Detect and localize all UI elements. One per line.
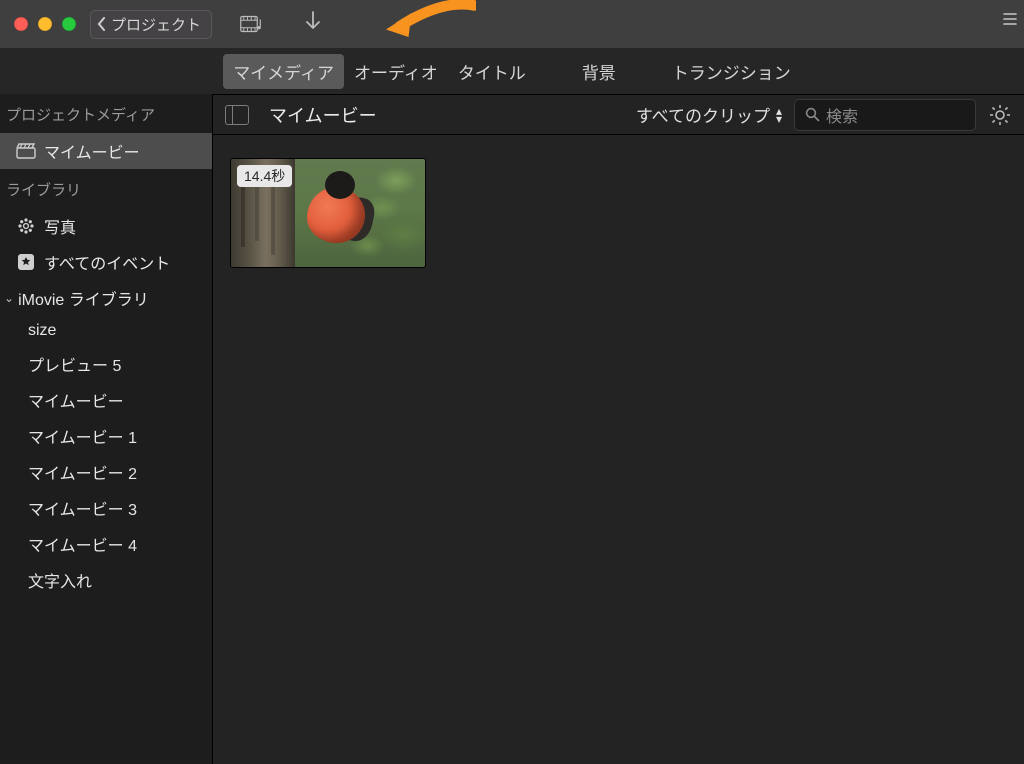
clip-bird-head: [325, 171, 355, 199]
settings-button[interactable]: [988, 103, 1012, 127]
sort-arrows-icon: ▴▾: [776, 107, 782, 123]
content-header: マイムービー すべてのクリップ ▴▾ 検索: [213, 95, 1024, 135]
media-import-button[interactable]: [240, 14, 264, 34]
sidebar-library-child[interactable]: プレビュー 5: [0, 346, 212, 382]
clip-filter-dropdown[interactable]: すべてのクリップ ▴▾: [636, 102, 782, 127]
fullscreen-window-button[interactable]: [62, 17, 76, 31]
app-window: プロジェクト: [0, 0, 1024, 764]
window-controls: [14, 17, 76, 31]
tab-transition[interactable]: トランジション: [662, 54, 801, 89]
main-row: プロジェクトメディア マイムービー ライブラリ 写真 すべてのイベント: [0, 94, 1024, 764]
clapperboard-icon: [16, 143, 36, 159]
filmstrip-music-icon: [240, 14, 264, 34]
content-area: マイムービー すべてのクリップ ▴▾ 検索: [213, 94, 1024, 764]
minimize-window-button[interactable]: [38, 17, 52, 31]
sidebar-item-photos[interactable]: 写真: [0, 208, 212, 244]
clip-duration-badge: 14.4秒: [237, 165, 292, 187]
search-input[interactable]: 検索: [794, 99, 976, 131]
down-arrow-icon: [304, 10, 322, 32]
star-box-icon: [16, 254, 36, 270]
sidebar: プロジェクトメディア マイムービー ライブラリ 写真 すべてのイベント: [0, 94, 213, 764]
sidebar-section-project-media: プロジェクトメディア: [0, 94, 212, 133]
gear-icon: [988, 103, 1012, 127]
sidebar-library-child[interactable]: 文字入れ: [0, 562, 212, 598]
sidebar-item-all-events[interactable]: すべてのイベント: [0, 244, 212, 280]
sidebar-item-label: 写真: [44, 214, 76, 238]
clip-grid: 14.4秒: [213, 135, 1024, 764]
flower-icon: [16, 218, 36, 234]
sidebar-library-child[interactable]: マイムービー 1: [0, 418, 212, 454]
browser-tabs: マイメディア オーディオ タイトル 背景 トランジション: [0, 48, 1024, 94]
content-title: マイムービー: [269, 102, 377, 128]
sidebar-item-label: マイムービー: [44, 139, 140, 163]
overflow-icon: [1002, 10, 1018, 33]
sidebar-library-child[interactable]: マイムービー 2: [0, 454, 212, 490]
close-window-button[interactable]: [14, 17, 28, 31]
sidebar-section-library: ライブラリ: [0, 169, 212, 208]
tab-my-media[interactable]: マイメディア: [223, 54, 344, 89]
import-download-button[interactable]: [304, 10, 322, 38]
chevron-down-icon: ⌄: [4, 291, 14, 305]
search-icon: [805, 107, 820, 122]
sidebar-library-child[interactable]: マイムービー: [0, 382, 212, 418]
sidebar-toggle-button[interactable]: [225, 105, 249, 125]
tab-audio[interactable]: オーディオ: [344, 54, 448, 89]
sidebar-item-label: すべてのイベント: [44, 250, 170, 274]
sidebar-item-my-movie[interactable]: マイムービー: [0, 133, 212, 169]
back-to-projects-button[interactable]: プロジェクト: [90, 10, 212, 39]
annotation-arrow-icon: [386, 0, 476, 46]
chevron-left-icon: [97, 17, 107, 31]
search-placeholder: 検索: [826, 103, 858, 127]
media-clip-thumbnail[interactable]: 14.4秒: [231, 159, 425, 267]
sidebar-item-imovie-library[interactable]: ⌄ iMovie ライブラリ: [0, 280, 212, 316]
sidebar-library-child[interactable]: size: [0, 316, 212, 346]
back-button-label: プロジェクト: [111, 14, 201, 35]
tab-background[interactable]: 背景: [572, 54, 626, 89]
clip-filter-label: すべてのクリップ: [636, 102, 770, 127]
titlebar: プロジェクト: [0, 0, 1024, 48]
sidebar-item-label: iMovie ライブラリ: [18, 286, 149, 310]
sidebar-library-child[interactable]: マイムービー 3: [0, 490, 212, 526]
tab-titles[interactable]: タイトル: [448, 54, 536, 89]
sidebar-library-child[interactable]: マイムービー 4: [0, 526, 212, 562]
